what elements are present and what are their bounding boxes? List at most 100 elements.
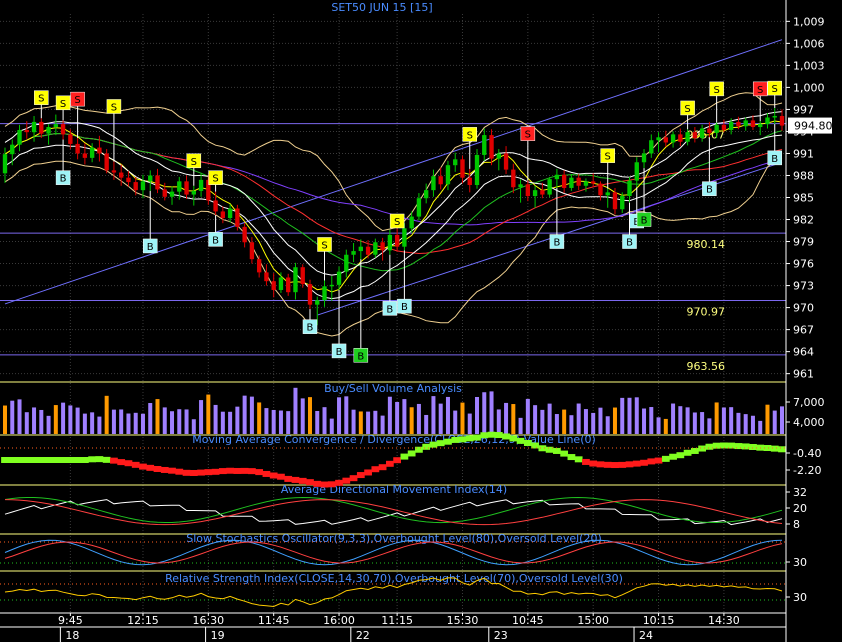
volume-bar: [337, 397, 342, 434]
volume-bar: [235, 406, 240, 434]
candle-body: [351, 251, 356, 255]
volume-bar: [518, 417, 523, 434]
candle-body: [10, 144, 15, 155]
price-tick-label: 985: [793, 192, 814, 205]
signal-label: B: [401, 302, 408, 313]
volume-bar: [39, 409, 44, 434]
volume-bar: [119, 409, 124, 434]
signal-label: B: [771, 154, 778, 165]
volume-bar: [525, 398, 530, 434]
candle-body: [82, 153, 88, 158]
volume-bar: [758, 420, 763, 434]
candle-body: [540, 190, 545, 195]
candle-body: [97, 147, 102, 154]
date-tick-label: 23: [494, 629, 508, 642]
volume-bar: [228, 411, 233, 434]
volume-bar: [671, 403, 676, 434]
candle-body: [409, 216, 414, 229]
candle-body: [198, 179, 204, 191]
volume-bar: [547, 403, 552, 434]
volume-bar: [293, 387, 298, 434]
last-price-label: 994.80: [794, 120, 833, 133]
signal-label: S: [713, 85, 719, 96]
panel-tick-label: 30: [793, 591, 807, 604]
volume-bar: [511, 404, 516, 434]
volume-bar: [780, 406, 784, 434]
candle-body: [278, 277, 284, 290]
price-tick-label: 1,006: [793, 37, 825, 50]
signal-label: B: [212, 235, 219, 246]
volume-bar: [634, 397, 639, 434]
signal-label: B: [706, 185, 713, 196]
candle-body: [2, 154, 8, 174]
volume-bar: [583, 409, 588, 434]
price-tick-label: 973: [793, 280, 814, 293]
candle-body: [678, 134, 683, 142]
panel-tick-label: -0.40: [793, 447, 821, 460]
candle-body: [300, 267, 305, 285]
panel-tick-label: 8: [793, 518, 800, 531]
price-tick-label: 979: [793, 236, 814, 249]
candle-body: [612, 192, 618, 210]
candle-body: [758, 124, 763, 128]
candle-body: [641, 153, 647, 163]
candle-body: [685, 132, 690, 142]
candle-body: [634, 162, 639, 181]
volume-bar: [489, 391, 494, 434]
candle-body: [503, 153, 509, 170]
volume-bar: [395, 401, 400, 434]
volume-bar: [475, 396, 480, 434]
panel-tick-label: 7,000: [793, 396, 825, 409]
volume-bar: [721, 407, 726, 434]
volume-bar: [620, 397, 625, 434]
candle-body: [148, 175, 153, 182]
trading-chart[interactable]: 995.07980.14970.97963.56S S SSBBSSBBSB BB BS…: [0, 0, 842, 642]
volume-bar: [271, 409, 276, 434]
panel-tick-label: 30: [793, 556, 807, 569]
volume-bar: [591, 412, 596, 434]
candle-body: [307, 284, 313, 305]
volume-bar: [53, 405, 58, 434]
candle-body: [373, 242, 378, 255]
candle-body: [249, 242, 255, 260]
volume-bar: [61, 402, 66, 434]
candle-body: [336, 271, 342, 285]
signal-label: S: [394, 217, 400, 228]
volume-bar: [649, 407, 654, 434]
volume-bar: [184, 409, 189, 434]
candle-body: [736, 121, 741, 127]
volume-bar: [627, 397, 632, 434]
volume-bar: [257, 402, 262, 434]
volume-bar: [765, 404, 770, 434]
volume-bar: [373, 410, 378, 434]
volume-bar: [97, 416, 102, 434]
volume-bar: [772, 410, 777, 434]
candle-body: [489, 135, 494, 159]
date-tick-label: 19: [211, 629, 225, 642]
price-tick-label: 997: [793, 103, 814, 116]
signal-label: S: [191, 157, 197, 168]
candle-body: [591, 181, 596, 184]
volume-bar: [431, 396, 436, 434]
signal-label: S: [684, 104, 690, 115]
signal-label: B: [386, 304, 393, 315]
chart-background: [0, 0, 842, 642]
signal-label: B: [553, 238, 560, 249]
candle-body: [227, 208, 233, 219]
candle-body: [235, 208, 240, 227]
time-tick-label: 12:15: [127, 614, 159, 627]
volume-bar: [278, 410, 283, 434]
candle-body: [750, 120, 756, 128]
volume-bar: [743, 414, 748, 434]
candle-body: [111, 170, 117, 173]
candle-body: [133, 182, 138, 191]
candle-body: [532, 190, 538, 197]
price-tick-label: 976: [793, 258, 814, 271]
candle-body: [387, 234, 393, 251]
volume-bar: [90, 412, 95, 434]
time-tick-label: 11:45: [258, 614, 290, 627]
candle-body: [547, 179, 552, 195]
candle-body: [728, 121, 734, 130]
candle-body: [554, 174, 560, 180]
candle-body: [286, 277, 291, 293]
